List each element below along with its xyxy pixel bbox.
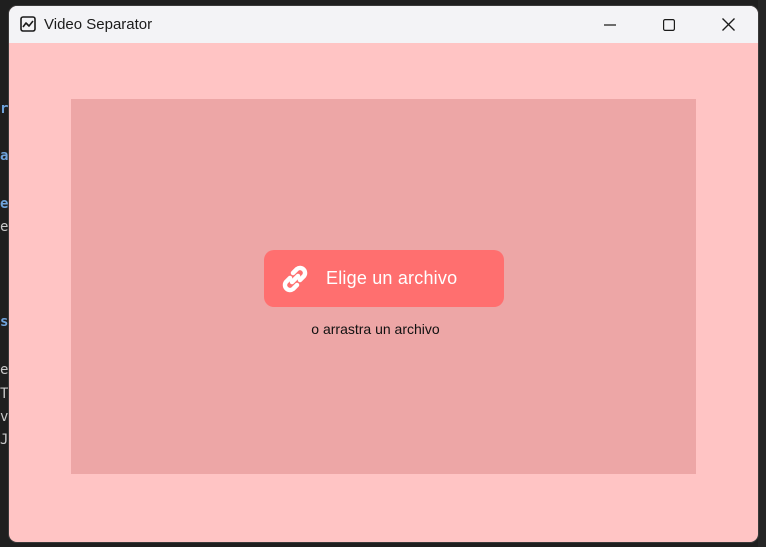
title-bar[interactable]: Video Separator — [9, 6, 758, 43]
maximize-icon — [663, 18, 675, 31]
background-text: e — [0, 219, 9, 235]
background-text: s — [0, 314, 9, 330]
window-title: Video Separator — [44, 16, 153, 33]
background-text: J — [0, 432, 9, 448]
link-icon — [282, 265, 308, 293]
choose-file-button[interactable]: Elige un archivo — [264, 250, 504, 307]
background-text: T — [0, 386, 9, 402]
background-text: r — [0, 101, 9, 117]
choose-file-label: Elige un archivo — [326, 268, 458, 288]
file-drop-zone[interactable]: Elige un archivo o arrastra un archivo — [71, 99, 696, 474]
background-text: v — [0, 409, 9, 425]
close-button[interactable] — [699, 6, 757, 43]
close-icon — [721, 18, 735, 31]
background-window-edge — [758, 0, 766, 547]
drag-hint-text: o arrastra un archivo — [311, 321, 440, 337]
image-chart-icon — [20, 16, 36, 32]
app-window: Video Separator Elige un archivo o arras… — [9, 6, 758, 542]
background-text: e — [0, 362, 9, 378]
maximize-button[interactable] — [640, 6, 698, 43]
background-text: e — [0, 196, 9, 212]
background-text: a — [0, 148, 9, 164]
minimize-icon — [604, 23, 616, 26]
minimize-button[interactable] — [581, 6, 639, 43]
